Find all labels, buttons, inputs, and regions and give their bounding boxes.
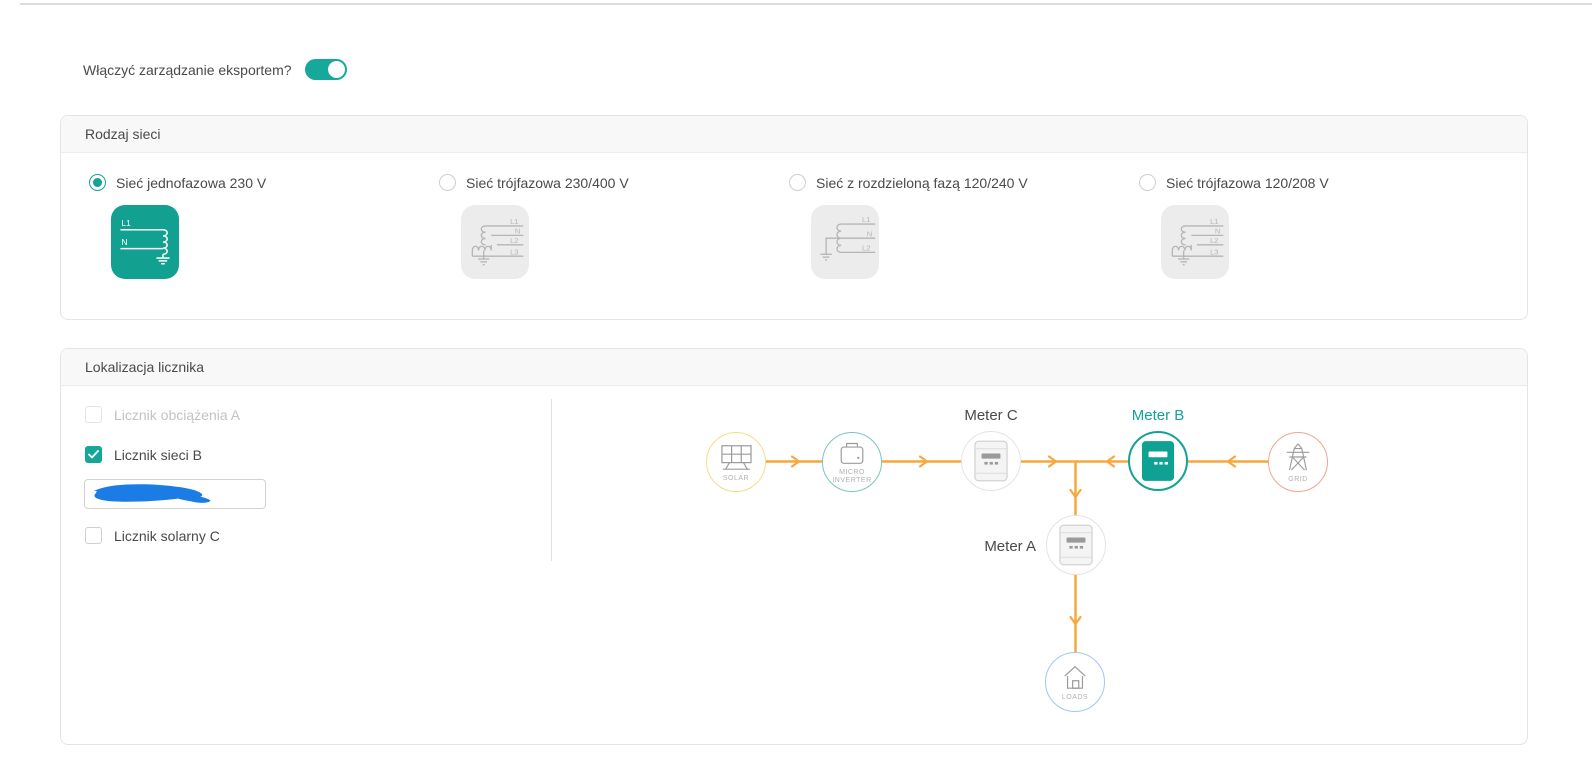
radio-icon[interactable] bbox=[1139, 174, 1156, 191]
three-phase-icon: L1 N L2 L3 bbox=[1161, 205, 1229, 279]
meter-b-serial-input-wrap bbox=[84, 479, 266, 509]
grid-type-panel-header: Rodzaj sieci bbox=[61, 116, 1527, 153]
diagram-node-solar: SOLAR bbox=[706, 432, 766, 492]
export-management-page: Włączyć zarządzanie eksportem? Rodzaj si… bbox=[0, 0, 1592, 757]
radio-icon[interactable] bbox=[439, 174, 456, 191]
three-phase-icon: L1 N L2 L3 bbox=[461, 205, 529, 279]
diagram-node-grid: GRID bbox=[1268, 432, 1328, 492]
option-label: Sieć jednofazowa 230 V bbox=[116, 174, 267, 191]
diagram-node-micro-inverter: MICRO INVERTER bbox=[822, 432, 882, 492]
checkbox-load-meter-a[interactable] bbox=[85, 406, 102, 423]
meter-icon-active bbox=[1141, 441, 1175, 481]
single-phase-icon: L1 N bbox=[111, 205, 179, 279]
node-inner-label: LOADS bbox=[1061, 693, 1089, 701]
radio-selected-icon[interactable] bbox=[89, 174, 106, 191]
svg-text:L1: L1 bbox=[510, 217, 518, 226]
checkbox-row-solar-meter-c[interactable]: Licznik solarny C bbox=[85, 527, 220, 544]
radio-three-phase-400v[interactable]: Sieć trójfazowa 230/400 V bbox=[439, 174, 784, 191]
split-phase-icon: L1 N L2 bbox=[811, 205, 879, 279]
flow-lines bbox=[766, 455, 1268, 652]
top-divider bbox=[20, 3, 1592, 5]
export-toggle[interactable] bbox=[304, 59, 347, 80]
solar-panel-icon bbox=[721, 444, 752, 470]
radio-icon[interactable] bbox=[789, 174, 806, 191]
meter-icon bbox=[1059, 524, 1093, 566]
grid-tower-icon bbox=[1286, 442, 1310, 471]
meter-a-label: Meter A bbox=[984, 538, 1036, 555]
diagram-node-meter-a bbox=[1046, 515, 1106, 575]
checkbox-grid-meter-b[interactable] bbox=[85, 446, 102, 463]
vertical-divider bbox=[551, 399, 552, 561]
diagram-node-loads: LOADS bbox=[1045, 652, 1105, 712]
checkbox-solar-meter-c[interactable] bbox=[85, 527, 102, 544]
diagram-node-meter-b bbox=[1128, 431, 1188, 491]
meter-icon bbox=[974, 440, 1008, 482]
checkbox-row-load-meter-a[interactable]: Licznik obciążenia A bbox=[85, 406, 240, 423]
checkbox-label: Licznik solarny C bbox=[114, 527, 220, 544]
node-inner-label: SOLAR bbox=[722, 474, 750, 482]
house-icon bbox=[1064, 665, 1086, 689]
export-toggle-row: Włączyć zarządzanie eksportem? bbox=[83, 59, 347, 80]
diagram-node-meter-c bbox=[961, 431, 1021, 491]
node-inner-label: GRID bbox=[1288, 475, 1308, 483]
grid-type-option-split-phase: Sieć z rozdzieloną fazą 120/240 V L1 N L… bbox=[789, 174, 1134, 279]
meter-location-panel-header: Lokalizacja licznika bbox=[61, 349, 1527, 386]
option-label: Sieć z rozdzieloną fazą 120/240 V bbox=[816, 174, 1028, 191]
svg-text:L2: L2 bbox=[862, 244, 870, 253]
meter-b-label: Meter B bbox=[1131, 407, 1185, 424]
node-inner-label: MICRO INVERTER bbox=[832, 469, 872, 484]
check-icon bbox=[88, 450, 99, 459]
svg-text:N: N bbox=[121, 237, 127, 247]
svg-text:L1: L1 bbox=[1210, 217, 1218, 226]
checkbox-label: Licznik obciążenia A bbox=[114, 406, 241, 423]
svg-text:L1: L1 bbox=[121, 218, 131, 228]
radio-single-phase-230v[interactable]: Sieć jednofazowa 230 V bbox=[89, 174, 434, 191]
radio-split-phase-120-240v[interactable]: Sieć z rozdzieloną fazą 120/240 V bbox=[789, 174, 1134, 191]
meter-b-serial-input[interactable] bbox=[84, 479, 266, 509]
grid-type-option-single-phase: Sieć jednofazowa 230 V L1 N bbox=[89, 174, 434, 279]
export-toggle-label: Włączyć zarządzanie eksportem? bbox=[83, 61, 292, 78]
meter-location-panel: Lokalizacja licznika Licznik obciążenia … bbox=[60, 348, 1528, 745]
svg-text:L2: L2 bbox=[510, 236, 518, 245]
checkbox-row-grid-meter-b[interactable]: Licznik sieci B bbox=[85, 446, 202, 463]
svg-text:N: N bbox=[515, 227, 520, 236]
micro-inverter-icon bbox=[840, 442, 864, 464]
checkbox-label: Licznik sieci B bbox=[114, 446, 202, 463]
grid-type-option-three-phase-208: Sieć trójfazowa 120/208 V L1 N L2 L3 bbox=[1139, 174, 1484, 279]
toggle-knob-icon bbox=[327, 61, 345, 78]
option-label: Sieć trójfazowa 230/400 V bbox=[466, 174, 629, 191]
option-label: Sieć trójfazowa 120/208 V bbox=[1166, 174, 1329, 191]
radio-three-phase-208v[interactable]: Sieć trójfazowa 120/208 V bbox=[1139, 174, 1484, 191]
svg-text:L1: L1 bbox=[862, 215, 870, 224]
svg-text:L3: L3 bbox=[510, 247, 518, 256]
meter-c-label: Meter C bbox=[964, 407, 1018, 424]
grid-type-option-three-phase-400: Sieć trójfazowa 230/400 V L1 N L2 L3 bbox=[439, 174, 784, 279]
grid-type-panel: Rodzaj sieci Sieć jednofazowa 230 V L1 N… bbox=[60, 115, 1528, 320]
svg-text:N: N bbox=[1215, 227, 1220, 236]
svg-text:L2: L2 bbox=[1210, 236, 1218, 245]
svg-text:L3: L3 bbox=[1210, 247, 1218, 256]
svg-text:N: N bbox=[867, 229, 872, 238]
